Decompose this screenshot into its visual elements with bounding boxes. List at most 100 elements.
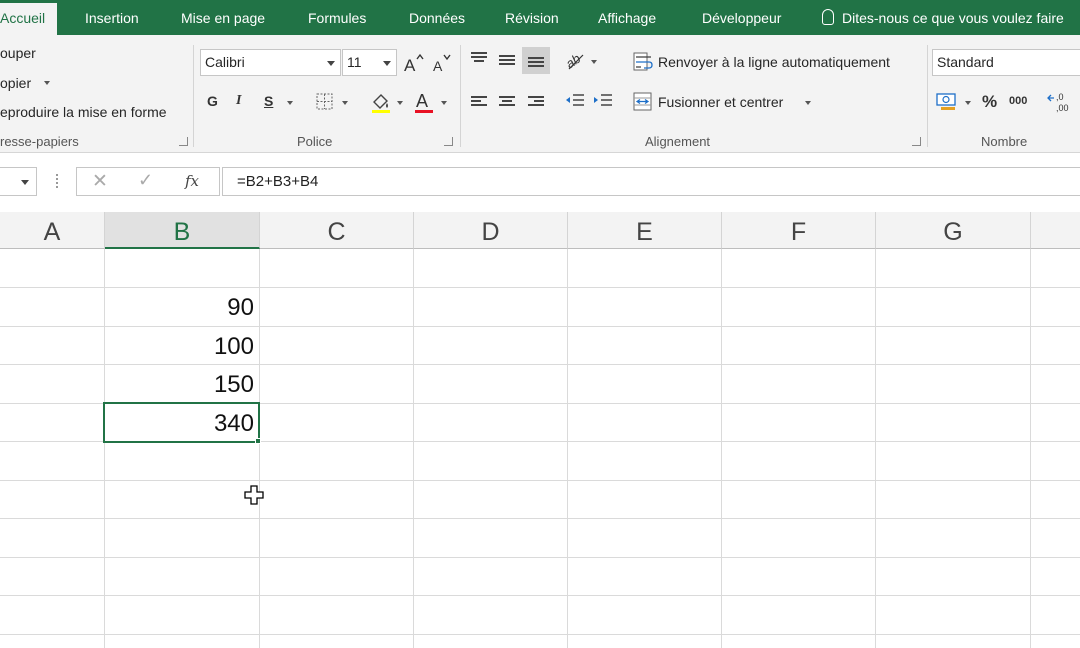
chevron-down-icon (21, 180, 29, 185)
tab-formules[interactable]: Formules (308, 0, 366, 35)
column-header-a[interactable]: A (0, 212, 105, 249)
svg-text:,00: ,00 (1056, 103, 1069, 113)
underline-dropdown-icon[interactable] (287, 101, 293, 105)
wrap-text-button[interactable]: Renvoyer à la ligne automatiquement (658, 54, 890, 70)
align-right-icon[interactable] (528, 96, 544, 108)
cell-b4[interactable]: 150 (105, 365, 259, 403)
font-launcher-icon[interactable] (444, 137, 453, 146)
gridline (567, 249, 568, 648)
increase-indent-icon[interactable] (593, 93, 613, 109)
ribbon-tab-bar: Accueil Insertion Mise en page Formules … (0, 0, 1080, 35)
gridline (0, 557, 1080, 558)
chevron-down-icon (327, 61, 335, 66)
thousands-separator-button[interactable]: 000 (1009, 95, 1027, 107)
group-separator (927, 45, 928, 147)
svg-text:A: A (433, 58, 443, 74)
alignment-launcher-icon[interactable] (912, 137, 921, 146)
formula-bar-resize-handle[interactable] (56, 174, 58, 188)
column-header-g[interactable]: G (876, 212, 1031, 249)
cell-select-cursor-icon (244, 485, 264, 505)
formula-buttons: ✕ ✓ fx (76, 167, 220, 196)
number-group-label: Nombre (981, 134, 1028, 149)
name-box[interactable] (0, 167, 37, 196)
borders-icon[interactable] (316, 93, 334, 111)
decrease-indent-icon[interactable] (565, 93, 585, 109)
formula-input[interactable]: =B2+B3+B4 (222, 167, 1080, 196)
gridline (721, 249, 722, 648)
align-center-icon[interactable] (499, 96, 515, 108)
chevron-down-icon (383, 61, 391, 66)
tell-me-search[interactable]: Dites-nous ce que vous voulez faire (822, 0, 1064, 35)
fill-handle[interactable] (255, 438, 261, 444)
formula-bar: ✕ ✓ fx =B2+B3+B4 (0, 153, 1080, 212)
column-header-f[interactable]: F (722, 212, 876, 249)
font-name-select[interactable]: Calibri (200, 49, 341, 76)
cut-button[interactable]: ouper (0, 45, 36, 61)
percent-button[interactable]: % (982, 92, 997, 112)
increase-font-size-icon[interactable]: A (404, 52, 424, 74)
tab-accueil[interactable]: Accueil (0, 3, 58, 35)
tab-affichage[interactable]: Affichage (598, 0, 656, 35)
tell-me-text: Dites-nous ce que vous voulez faire (842, 10, 1064, 26)
group-separator (193, 45, 194, 147)
accounting-dropdown-icon[interactable] (965, 101, 971, 105)
borders-dropdown-icon[interactable] (342, 101, 348, 105)
gridline (413, 249, 414, 648)
gridline (0, 518, 1080, 519)
group-separator (460, 45, 461, 147)
column-header-d[interactable]: D (414, 212, 568, 249)
copy-dropdown-icon[interactable] (44, 81, 50, 85)
gridline (0, 634, 1080, 635)
decrease-font-size-icon[interactable]: A (432, 52, 452, 74)
tab-insertion[interactable]: Insertion (85, 0, 139, 35)
lightbulb-icon (822, 9, 834, 25)
tab-revision[interactable]: Révision (505, 0, 559, 35)
worksheet-grid[interactable]: 90 100 150 340 (0, 249, 1080, 648)
cell-b2[interactable]: 90 (105, 288, 259, 326)
gridline (0, 480, 1080, 481)
orientation-dropdown-icon[interactable] (591, 60, 597, 64)
fill-color-icon[interactable] (370, 90, 392, 114)
align-top-icon[interactable] (471, 52, 487, 64)
cell-b3[interactable]: 100 (105, 327, 259, 365)
tab-mise-en-page[interactable]: Mise en page (181, 0, 265, 35)
align-middle-icon[interactable] (499, 55, 515, 67)
merge-center-dropdown-icon[interactable] (805, 101, 811, 105)
copy-button[interactable]: opier (0, 75, 31, 91)
column-header-b[interactable]: B (105, 212, 260, 249)
fill-color-dropdown-icon[interactable] (397, 101, 403, 105)
column-header-c[interactable]: C (260, 212, 414, 249)
insert-function-button[interactable]: fx (185, 172, 199, 190)
orientation-icon[interactable]: ab (564, 49, 588, 71)
clipboard-launcher-icon[interactable] (179, 137, 188, 146)
font-color-icon[interactable]: A (413, 90, 435, 114)
format-painter-button[interactable]: eproduire la mise en forme (0, 104, 167, 120)
font-name-value: Calibri (205, 54, 245, 70)
wrap-text-icon[interactable] (633, 52, 653, 72)
italic-button[interactable]: I (236, 93, 241, 109)
merge-center-button[interactable]: Fusionner et centrer (658, 94, 783, 110)
enter-check-icon[interactable]: ✓ (138, 170, 153, 191)
cancel-icon[interactable]: ✕ (92, 170, 108, 193)
font-color-dropdown-icon[interactable] (441, 101, 447, 105)
gridline (0, 595, 1080, 596)
align-left-icon[interactable] (471, 96, 487, 108)
align-bottom-icon (528, 57, 544, 69)
number-format-select[interactable]: Standard (932, 49, 1080, 76)
column-header-e[interactable]: E (568, 212, 722, 249)
increase-decimal-icon[interactable]: ,0 ,00 (1046, 91, 1076, 113)
clipboard-group-label: resse-papiers (0, 134, 79, 149)
underline-button[interactable]: S (264, 93, 273, 109)
svg-text:,0: ,0 (1056, 92, 1064, 102)
tab-donnees[interactable]: Données (409, 0, 465, 35)
svg-text:ab: ab (564, 51, 583, 71)
bold-button[interactable]: G (207, 93, 218, 109)
tab-developpeur[interactable]: Développeur (702, 0, 781, 35)
font-group-label: Police (297, 134, 333, 149)
font-size-select[interactable]: 11 (342, 49, 397, 76)
merge-center-icon[interactable] (633, 92, 653, 112)
gridline (1030, 249, 1031, 648)
align-bottom-button[interactable] (522, 47, 550, 74)
accounting-format-icon[interactable] (936, 92, 960, 112)
column-header-h[interactable] (1031, 212, 1080, 249)
